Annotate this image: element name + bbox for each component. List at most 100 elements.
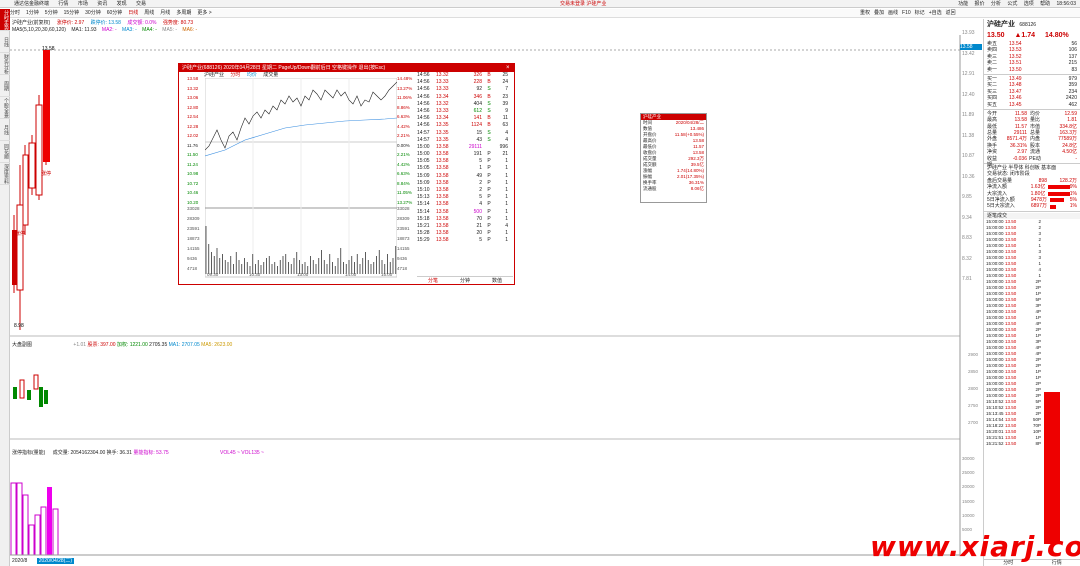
sub2-v2: 量能指标: 53.75 (133, 450, 169, 456)
menu-func[interactable]: 功能 (958, 1, 968, 7)
stat-key2: PE动 (1029, 155, 1041, 162)
trade-dir: P (487, 215, 491, 222)
trade-row: 15:10 13.58 2 P 1 (417, 187, 513, 194)
left-tab-2[interactable]: 财务分析 (0, 53, 10, 75)
menu-help[interactable]: 帮助 (1040, 1, 1050, 7)
trade-price: 13.58 (436, 165, 449, 172)
menu-analysis[interactable]: 分析 (991, 1, 1001, 7)
price-tick: 9.34 (962, 214, 972, 221)
trade-volume: 5 (479, 158, 482, 165)
popup-axis-tick: 10.98 (187, 171, 199, 177)
sub2-label[interactable]: 涨停指标(量能) (12, 450, 45, 456)
trade-time: 14:56 (417, 122, 430, 129)
sub1-v0: +1.01 (73, 342, 87, 348)
close-icon[interactable]: × (506, 64, 512, 72)
left-tab-1[interactable]: 日线 (0, 31, 10, 53)
period-tab-5[interactable]: 60分钟 (107, 9, 123, 18)
popup-chart[interactable]: 09:30 10:30 13:00 14:00 15:00 (205, 78, 397, 278)
period-tab-0[interactable]: 分时 (10, 9, 20, 18)
left-tab-0[interactable]: 分时走势 (0, 9, 10, 31)
menu-discover[interactable]: 发现 (117, 0, 127, 8)
trade-row: 14:56 13.33 228 B 24 (417, 79, 513, 86)
toolbar-right-1[interactable]: 叠加 (874, 9, 884, 18)
period-tab-10[interactable]: 更多 > (197, 9, 211, 18)
axis-tick: 2700 (968, 420, 979, 425)
sub2-axis: 30000 25000 20000 15000 10000 5000 (962, 456, 982, 541)
stock-code: 688126 (1019, 22, 1037, 28)
trade-count: 9 (505, 107, 508, 114)
toolbar-right-6[interactable]: 返回 (946, 9, 956, 18)
menu-formula[interactable]: 公式 (1007, 1, 1017, 7)
axis-tick: 2850 (968, 369, 979, 374)
period-tab-9[interactable]: 多周期 (176, 9, 191, 18)
menu-options[interactable]: 选项 (1024, 1, 1034, 7)
trade-dir: S (487, 136, 491, 143)
sub1-label[interactable]: 大盘副图 (12, 342, 32, 348)
popup-axis-tick: 11.06% (397, 95, 412, 101)
menu-price[interactable]: 报价 (975, 1, 985, 7)
toolbar-right-3[interactable]: F10 (902, 9, 911, 18)
ob-price: 13.50 (1009, 66, 1022, 73)
intraday-popup[interactable]: 沪硅产业(688126) 2020年04月28日 星期二 PageUp/Down… (178, 63, 515, 285)
trade-count: 7 (505, 86, 508, 93)
trade-time: 15:29 (417, 237, 430, 244)
period-tab-3[interactable]: 15分钟 (64, 9, 80, 18)
ma-bar: MA5(5,10,20,30,60,120) MA1: 11.93 MA2: -… (12, 27, 960, 35)
ma-params[interactable]: MA5(5,10,20,30,60,120) (12, 27, 66, 33)
trade-count: 11 (502, 115, 508, 122)
vol-bar (22, 494, 29, 556)
toolbar-right-4[interactable]: 标记 (915, 9, 925, 18)
left-tab-6[interactable]: 同花顺 (0, 141, 10, 163)
left-tab-5[interactable]: 月线 (0, 119, 10, 141)
left-tab-4[interactable]: 个股全景 (0, 97, 10, 119)
trade-list[interactable]: 14:56 13.32 326 B 25 14:56 13.33 228 B 24 14:56 13.… (417, 72, 513, 245)
period-tab-4[interactable]: 30分钟 (85, 9, 101, 18)
price-tick: 8.83 (962, 235, 972, 241)
menu-news[interactable]: 资讯 (97, 0, 107, 8)
period-tab-6[interactable]: 日线 (128, 9, 138, 18)
popup-axis-tick: 4.42% (397, 161, 410, 167)
trade-price: 13.58 (436, 179, 449, 186)
trade-count: 1 (505, 179, 508, 186)
trade-dir: S (487, 86, 491, 93)
popup-axis-tick: 11.76 (187, 142, 198, 148)
menu-trade[interactable]: 交易 (136, 0, 146, 8)
trade-price: 13.32 (436, 100, 449, 107)
toolbar-right-0[interactable]: 重权 (860, 9, 870, 18)
trade-time: 15:00 (417, 151, 430, 158)
flow-pct: 1% (1069, 203, 1077, 210)
popup-axis-tick: 13.27% (397, 85, 413, 91)
trade-price: 13.58 (436, 201, 449, 208)
candle-2 (16, 204, 24, 291)
axis-tick: 15000 (962, 498, 975, 504)
tick-list[interactable]: 15:00:00 13.50 2 15:00:00 13.50 2 15:00:00 13.5… (984, 219, 1080, 447)
trade-time: 15:28 (417, 230, 430, 237)
menu-quotes[interactable]: 行情 (58, 0, 68, 8)
menu-market[interactable]: 市场 (78, 0, 88, 8)
left-tab-7[interactable]: 深度资料 (0, 163, 10, 185)
tab-values[interactable]: 数值 (481, 277, 513, 285)
period-tab-2[interactable]: 5分钟 (45, 9, 58, 18)
price-tick: 13.93 (962, 30, 975, 36)
vol-bar (34, 514, 41, 556)
ob-qty: 462 (1068, 101, 1077, 108)
trade-row: 15:14 13.58 4 P 1 (417, 201, 513, 208)
tab-minutes[interactable]: 分钟 (449, 277, 481, 285)
trade-time: 14:56 (417, 115, 430, 122)
period-tab-1[interactable]: 1分钟 (26, 9, 39, 18)
period-tab-8[interactable]: 月线 (160, 9, 170, 18)
trade-time: 15:09 (417, 172, 430, 179)
trade-dir: S (487, 107, 491, 114)
chart-field-1: 涨停价: 2.97 (56, 20, 85, 26)
trade-price: 13.32 (436, 72, 449, 78)
tab-ticks[interactable]: 分笔 (417, 277, 449, 285)
period-tab-7[interactable]: 周线 (144, 9, 154, 18)
toolbar-right-2[interactable]: 画线 (888, 9, 898, 18)
trade-row: 14:56 13.35 1124 B 63 (417, 122, 513, 129)
toolbar-right-5[interactable]: +自选 (929, 9, 942, 18)
trade-count: 1 (505, 201, 508, 208)
left-tab-3[interactable]: 周期 (0, 75, 10, 97)
trade-count: 23 (502, 93, 508, 100)
popup-axis-tick: 11.24 (187, 161, 198, 167)
popup-axis-tick: 12.02 (187, 133, 199, 139)
